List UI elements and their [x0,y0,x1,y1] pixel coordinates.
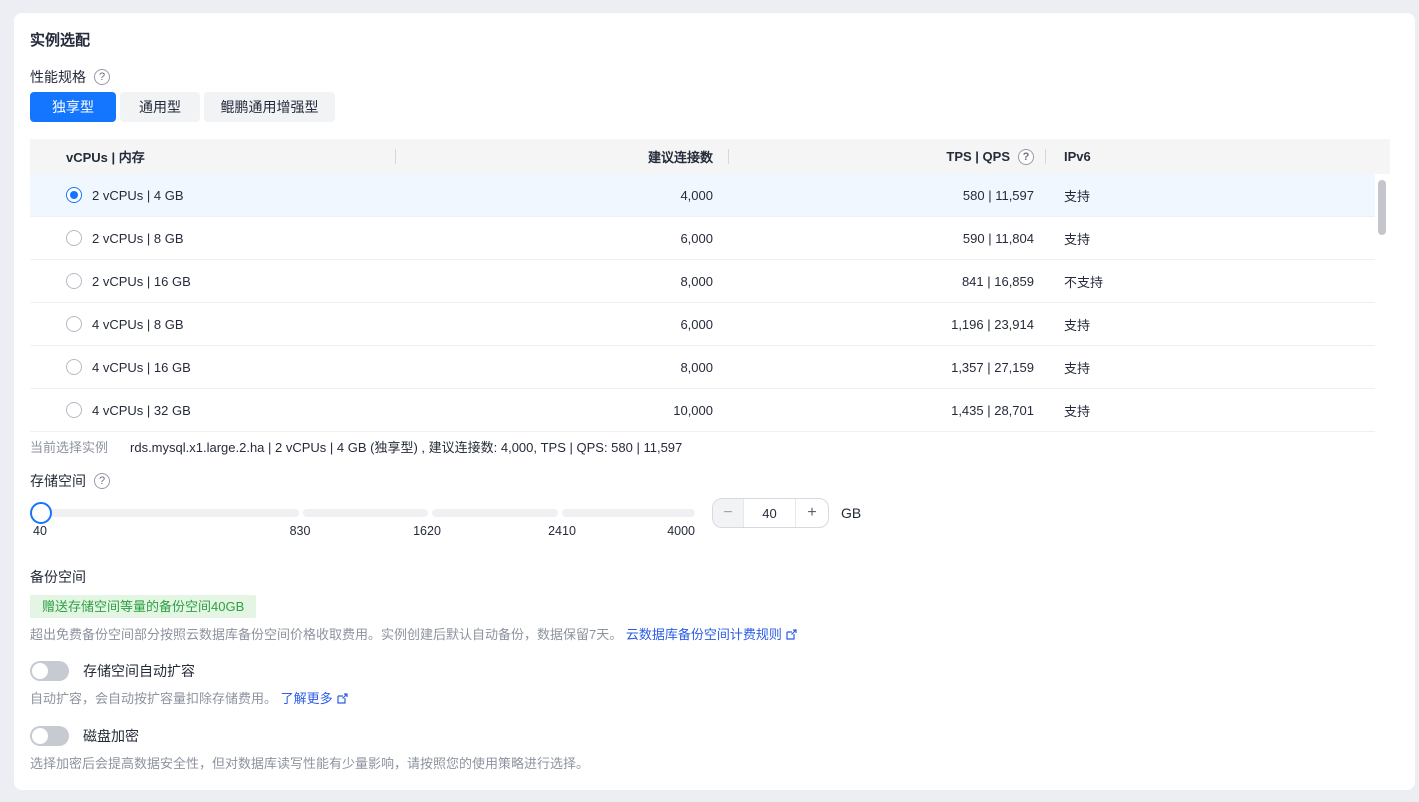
disk-encryption-toggle[interactable] [30,726,69,746]
radio-icon[interactable] [66,230,82,246]
encryption-description: 选择加密后会提高数据安全性，但对数据库读写性能有少量影响，请按照您的使用策略进行… [30,756,1390,772]
column-divider [728,149,729,164]
toggle-knob [32,663,48,679]
backup-pricing-link[interactable]: 云数据库备份空间计费规则 [626,627,798,642]
autoscale-description: 自动扩容，会自动按扩容量扣除存储费用。 了解更多 [30,691,1390,709]
slider-tick-label: 4000 [667,524,695,538]
table-row[interactable]: 2 vCPUs | 4 GB 4,000 580 | 11,597 支持 [30,174,1375,217]
col-header-tps-qps: TPS | QPS ? [728,139,1045,174]
slider-track-segment [303,509,428,517]
plus-button[interactable]: + [795,499,828,527]
radio-selected-icon[interactable] [66,187,82,203]
free-backup-badge: 赠送存储空间等量的备份空间40GB [30,595,256,618]
slider-track-segment [562,509,695,517]
slider-tick-label: 2410 [548,524,576,538]
col-header-specs: vCPUs | 内存 [30,139,395,174]
storage-size-input[interactable]: 40 [744,499,795,527]
radio-icon[interactable] [66,316,82,332]
tab-general[interactable]: 通用型 [120,92,200,122]
help-icon[interactable]: ? [94,69,110,85]
slider-tick-label: 1620 [413,524,441,538]
external-link-icon [785,628,798,645]
table-body: 2 vCPUs | 4 GB 4,000 580 | 11,597 支持 2 v… [30,174,1375,432]
current-selection-value: rds.mysql.x1.large.2.ha | 2 vCPUs | 4 GB… [130,440,682,456]
table-row[interactable]: 4 vCPUs | 8 GB 6,000 1,196 | 23,914 支持 [30,303,1375,346]
help-icon[interactable]: ? [1018,149,1034,165]
instance-config-card: 实例选配 性能规格 ? 独享型 通用型 鲲鹏通用增强型 vCPUs | 内存 建… [14,13,1415,790]
slider-tick-label: 830 [290,524,311,538]
perf-spec-label: 性能规格 [30,69,86,85]
toggle-knob [32,728,48,744]
radio-icon[interactable] [66,273,82,289]
table-header: vCPUs | 内存 建议连接数 TPS | QPS ? IPv6 [30,139,1390,174]
slider-track-segment [38,509,299,517]
backup-description: 超出免费备份空间部分按照云数据库备份空间价格收取费用。实例创建后默认自动备份，数… [30,627,1390,645]
spec-type-tabs: 独享型 通用型 鲲鹏通用增强型 [30,92,1390,122]
table-scrollbar-thumb[interactable] [1378,180,1386,235]
column-divider [1045,149,1046,164]
storage-slider: 40 830 1620 2410 4000 [30,498,695,546]
col-header-connections: 建议连接数 [395,139,728,174]
page-title: 实例选配 [30,33,1390,48]
backup-space-label: 备份空间 [30,569,1390,585]
external-link-icon [336,692,349,709]
autoscale-toggle[interactable] [30,661,69,681]
column-divider [395,149,396,164]
slider-track-segment [432,509,558,517]
radio-icon[interactable] [66,359,82,375]
learn-more-link[interactable]: 了解更多 [281,691,349,706]
tab-dedicated[interactable]: 独享型 [30,92,116,122]
storage-label: 存储空间 [30,473,86,489]
disk-encryption-label: 磁盘加密 [83,726,139,746]
minus-button[interactable]: − [713,499,744,527]
table-row[interactable]: 2 vCPUs | 16 GB 8,000 841 | 16,859 不支持 [30,260,1375,303]
help-icon[interactable]: ? [94,473,110,489]
flavor-table: vCPUs | 内存 建议连接数 TPS | QPS ? IPv6 2 vCP [30,139,1390,432]
table-row[interactable]: 4 vCPUs | 16 GB 8,000 1,357 | 27,159 支持 [30,346,1375,389]
tab-kunpeng-enhanced[interactable]: 鲲鹏通用增强型 [204,92,335,122]
table-row[interactable]: 4 vCPUs | 32 GB 10,000 1,435 | 28,701 支持 [30,389,1375,432]
table-row[interactable]: 2 vCPUs | 8 GB 6,000 590 | 11,804 支持 [30,217,1375,260]
current-selection-label: 当前选择实例 [30,440,108,456]
col-header-ipv6: IPv6 [1045,139,1390,174]
storage-unit-label: GB [841,498,861,528]
autoscale-label: 存储空间自动扩容 [83,661,195,681]
storage-size-stepper: − 40 + [712,498,829,528]
radio-icon[interactable] [66,402,82,418]
slider-handle[interactable] [30,502,52,524]
slider-tick-label: 40 [33,524,47,538]
